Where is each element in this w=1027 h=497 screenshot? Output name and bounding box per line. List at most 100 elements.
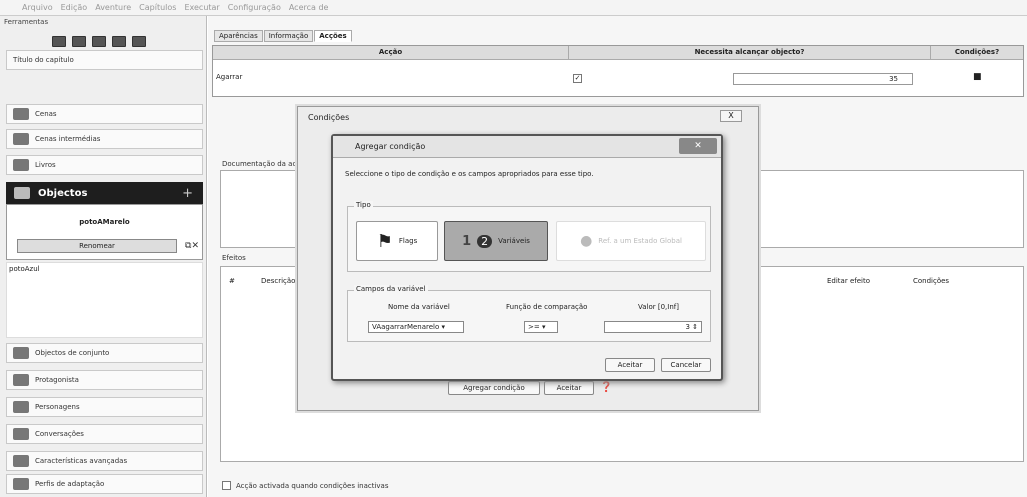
add-condition-dialog: Agregar condição ✕ Seleccione o tipo de … (331, 134, 723, 381)
sidebar-item-scenes[interactable]: Cenas (6, 104, 203, 124)
step-2-badge: 2 (477, 234, 493, 248)
new-icon[interactable] (52, 36, 66, 47)
menu-file[interactable]: Arquivo (22, 3, 53, 12)
add-condition-button[interactable]: Agregar condição (448, 381, 540, 395)
variables-button[interactable]: 1 2 Variáveis (444, 221, 548, 261)
effects-col-description: Descrição (261, 277, 296, 285)
close-icon[interactable]: ✕ (679, 138, 717, 154)
characters-icon (13, 401, 29, 413)
open-icon[interactable] (72, 36, 86, 47)
documentation-label: Documentação da acção (222, 160, 309, 168)
compare-select[interactable]: >= ▾ (524, 321, 558, 333)
value-spinner[interactable]: 3 ⇕ (604, 321, 702, 333)
atrezzo-icon (13, 347, 29, 359)
scenes-icon (13, 108, 29, 120)
save-icon[interactable] (92, 36, 106, 47)
cutscenes-icon (13, 133, 29, 145)
compare-label: Função de comparação (506, 303, 588, 311)
sidebar-item-chapter-title[interactable]: Título do capítulo (6, 50, 203, 70)
export-icon[interactable] (132, 36, 146, 47)
sidebar-item-player[interactable]: Protagonista (6, 370, 203, 390)
sidebar-item-conversations[interactable]: Conversações (6, 424, 203, 444)
variables-label: Variáveis (498, 237, 530, 245)
sidebar-item-advanced[interactable]: Características avançadas (6, 451, 203, 471)
menu-adventure[interactable]: Aventure (95, 3, 131, 12)
add-object-icon[interactable]: + (182, 186, 193, 201)
object-name: potoAMarelo (79, 218, 130, 226)
toolbar (52, 36, 146, 47)
object-list: potoAzul (6, 262, 203, 338)
sidebar-label: Cenas (35, 110, 57, 118)
var-name-label: Nome da variável (388, 303, 450, 311)
menu-bar: Arquivo Edição Aventure Capítulos Execut… (0, 0, 1027, 16)
tab-bar: Aparências Informação Acções (214, 30, 353, 42)
objects-header-label: Objectos (38, 187, 88, 199)
book-icon (13, 159, 29, 171)
var-name-select[interactable]: VAagarrarMenarelo ▾ (368, 321, 464, 333)
selected-object-panel: potoAMarelo Renomear ⧉✕ (6, 204, 203, 260)
sidebar-label: Personagens (35, 403, 80, 411)
instruction-text: Seleccione o tipo de condição e os campo… (345, 170, 594, 178)
effects-col-conditions: Condições (913, 277, 950, 285)
inactive-action-checkbox[interactable] (222, 481, 231, 490)
sidebar-label: Protagonista (35, 376, 79, 384)
value-label: Valor [0,Inf] (638, 303, 679, 311)
conditions-accept-button[interactable]: Aceitar (544, 381, 594, 395)
menu-run[interactable]: Executar (184, 3, 219, 12)
var-name-value: VAagarrarMenarelo (372, 323, 440, 331)
conversation-icon (13, 428, 29, 440)
actions-table: Acção Necessita alcançar objecto? Condiç… (212, 45, 1024, 97)
advanced-icon (13, 455, 29, 467)
sidebar-label: Perfis de adaptação (35, 480, 105, 488)
sidebar-label: Características avançadas (35, 457, 128, 465)
variable-fields-group: Campos da variável Nome da variável Funç… (347, 285, 711, 342)
flag-icon: ⚑ (376, 230, 393, 252)
sidebar-item-cutscenes[interactable]: Cenas intermédias (6, 129, 203, 149)
sidebar-item-characters[interactable]: Personagens (6, 397, 203, 417)
sidebar-label: Cenas intermédias (35, 135, 101, 143)
needs-reach-checkbox[interactable]: ✓ (573, 74, 582, 83)
type-group-label: Tipo (354, 201, 373, 209)
help-icon[interactable]: ❓ (600, 382, 612, 393)
menu-configuration[interactable]: Configuração (228, 3, 281, 12)
run-icon[interactable] (112, 36, 126, 47)
accept-button[interactable]: Aceitar (605, 358, 655, 372)
step-1-badge: 1 (462, 233, 472, 249)
flags-label: Flags (398, 237, 418, 245)
list-item[interactable]: potoAzul (9, 265, 200, 273)
menu-about[interactable]: Acerca de (289, 3, 329, 12)
variable-fields-label: Campos da variável (354, 285, 428, 293)
add-condition-title: Agregar condição (333, 136, 721, 158)
duplicate-delete-icons[interactable]: ⧉✕ (185, 241, 199, 251)
adaptation-icon (13, 478, 29, 490)
col-needs-reach: Necessita alcançar objecto? (569, 46, 931, 60)
cancel-button[interactable]: Cancelar (661, 358, 711, 372)
sidebar-item-books[interactable]: Livros (6, 155, 203, 175)
conditions-close-button[interactable]: X (720, 110, 742, 122)
rename-button[interactable]: Renomear (17, 239, 177, 253)
player-icon (13, 374, 29, 386)
global-state-label: Ref. a um Estado Global (598, 237, 682, 245)
lock-icon[interactable]: ■ (973, 72, 982, 82)
tab-appearance[interactable]: Aparências (214, 30, 263, 42)
chapter-title-label: Título do capítulo (13, 56, 74, 64)
menu-edit[interactable]: Edição (61, 3, 88, 12)
distance-spinner[interactable]: 35 (733, 73, 913, 85)
global-state-button[interactable]: ● Ref. a um Estado Global (556, 221, 706, 261)
tab-information[interactable]: Informação (263, 30, 314, 42)
sidebar-label: Objectos de conjunto (35, 349, 110, 357)
sidebar-item-atrezzo[interactable]: Objectos de conjunto (6, 343, 203, 363)
effects-col-edit: Editar efeito (827, 277, 870, 285)
conditions-dialog-title: Condições (308, 113, 350, 122)
sidebar-item-adaptation[interactable]: Perfis de adaptação (6, 474, 203, 494)
value-value: 3 (685, 323, 690, 331)
objects-icon (14, 187, 30, 199)
flags-button[interactable]: ⚑ Flags (356, 221, 438, 261)
col-action: Acção (213, 46, 569, 60)
tab-actions[interactable]: Acções (314, 30, 352, 42)
menu-chapters[interactable]: Capítulos (139, 3, 176, 12)
sidebar-label: Livros (35, 161, 56, 169)
table-row-action[interactable]: Agarrar (213, 61, 569, 97)
objects-header[interactable]: Objectos + (6, 182, 203, 204)
global-state-icon: ● (580, 233, 593, 249)
